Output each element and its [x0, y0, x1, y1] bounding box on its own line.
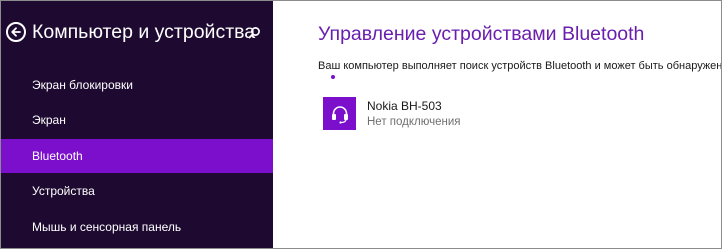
- search-icon[interactable]: [246, 25, 262, 41]
- sidebar-title: Компьютер и устройства: [32, 21, 256, 43]
- device-status: Нет подключения: [367, 116, 461, 128]
- sidebar-item-label: Мышь и сенсорная панель: [32, 220, 182, 234]
- back-arrow-icon[interactable]: [6, 22, 26, 42]
- progress-indicator: [331, 75, 335, 79]
- page-title: Управление устройствами Bluetooth: [318, 23, 645, 45]
- sidebar-item-lock-screen[interactable]: Экран блокировки: [1, 68, 273, 102]
- search-status-text: Ваш компьютер выполняет поиск устройств …: [318, 60, 722, 72]
- sidebar-item-label: Bluetooth: [32, 149, 83, 163]
- sidebar-item-label: Устройства: [32, 184, 95, 198]
- sidebar-item-bluetooth[interactable]: Bluetooth: [1, 139, 273, 173]
- device-name: Nokia BH-503: [367, 99, 442, 113]
- sidebar: Компьютер и устройства Экран блокировки …: [1, 1, 273, 248]
- main-panel: Управление устройствами Bluetooth Ваш ко…: [273, 1, 722, 248]
- window: Компьютер и устройства Экран блокировки …: [0, 0, 722, 249]
- sidebar-item-mouse-touchpad[interactable]: Мышь и сенсорная панель: [1, 210, 273, 244]
- headset-icon: [323, 97, 356, 130]
- sidebar-item-display[interactable]: Экран: [1, 103, 273, 137]
- device-item[interactable]: Nokia BH-503 Нет подключения: [323, 97, 683, 131]
- sidebar-item-label: Экран: [32, 113, 66, 127]
- sidebar-header: Компьютер и устройства: [1, 15, 273, 51]
- sidebar-item-label: Экран блокировки: [32, 78, 133, 92]
- sidebar-item-devices[interactable]: Устройства: [1, 174, 273, 208]
